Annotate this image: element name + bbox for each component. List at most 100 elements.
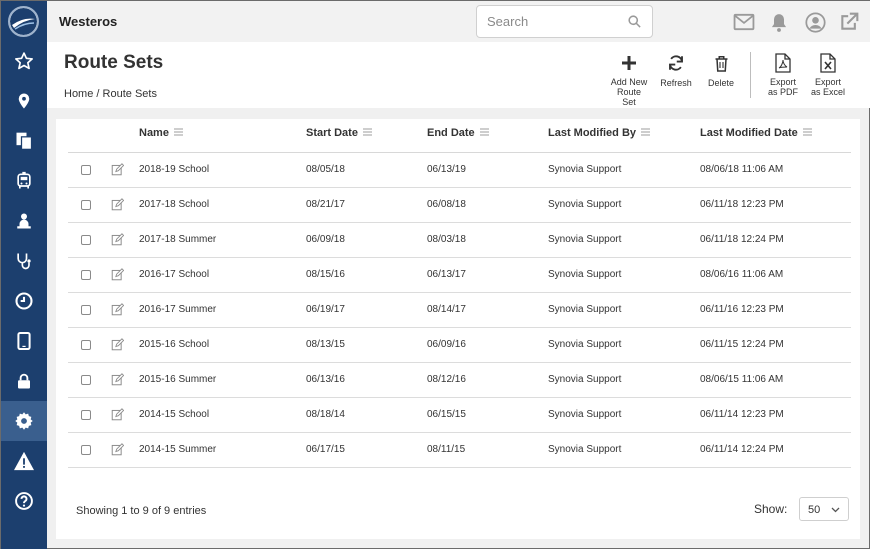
row-checkbox[interactable] xyxy=(81,445,91,455)
cell-name[interactable]: 2017-18 Summer xyxy=(139,234,216,245)
pdf-file-icon xyxy=(775,52,791,74)
bus-icon[interactable] xyxy=(1,161,47,201)
mail-icon[interactable] xyxy=(733,11,755,33)
export-pdf-button[interactable]: Export as PDF xyxy=(763,52,803,97)
table-row[interactable]: 2014-15 School 08/18/14 06/15/15 Synovia Su… xyxy=(68,398,851,433)
tablet-icon[interactable] xyxy=(1,321,47,361)
gear-icon[interactable] xyxy=(1,401,47,441)
edit-icon[interactable] xyxy=(111,338,125,354)
row-checkbox[interactable] xyxy=(81,340,91,350)
cell-end-date: 08/03/18 xyxy=(427,234,466,245)
cell-name[interactable]: 2015-16 School xyxy=(139,339,209,350)
edit-icon[interactable] xyxy=(111,408,125,424)
breadcrumb-current: Route Sets xyxy=(102,88,157,100)
table-row[interactable]: 2016-17 Summer 06/19/17 08/14/17 Synovia Su… xyxy=(68,293,851,328)
table-header: Name Start Date End Date Last Modified B… xyxy=(68,119,851,153)
copy-documents-icon[interactable] xyxy=(1,121,47,161)
cell-modified-date: 06/11/14 12:23 PM xyxy=(700,409,784,420)
search-icon[interactable] xyxy=(627,14,642,34)
cell-name[interactable]: 2014-15 School xyxy=(139,409,209,420)
cell-start-date: 08/05/18 xyxy=(306,164,345,175)
warning-icon[interactable] xyxy=(1,441,47,481)
lock-icon[interactable] xyxy=(1,361,47,401)
cell-modified-by: Synovia Support xyxy=(548,234,622,245)
excel-label-line1: Export xyxy=(814,77,841,87)
column-header-end-date[interactable]: End Date xyxy=(427,127,489,139)
row-checkbox[interactable] xyxy=(81,375,91,385)
clock-icon[interactable] xyxy=(1,281,47,321)
row-checkbox[interactable] xyxy=(81,410,91,420)
table-row[interactable]: 2016-17 School 08/15/16 06/13/17 Synovia Su… xyxy=(68,258,851,293)
table-row[interactable]: 2015-16 School 08/13/15 06/09/16 Synovia Su… xyxy=(68,328,851,363)
column-header-last-modified-by[interactable]: Last Modified By xyxy=(548,127,651,139)
refresh-button[interactable]: Refresh xyxy=(656,52,696,88)
star-icon[interactable] xyxy=(1,41,47,81)
add-label-line1: Add New xyxy=(610,77,648,87)
edit-icon[interactable] xyxy=(111,373,125,389)
cell-modified-date: 08/06/16 11:06 AM xyxy=(700,269,784,280)
cell-modified-by: Synovia Support xyxy=(548,409,622,420)
edit-icon[interactable] xyxy=(111,268,125,284)
cell-start-date: 08/15/16 xyxy=(306,269,345,280)
cell-name[interactable]: 2014-15 Summer xyxy=(139,444,216,455)
cell-name[interactable]: 2018-19 School xyxy=(139,164,209,175)
cell-name[interactable]: 2016-17 School xyxy=(139,269,209,280)
export-excel-button[interactable]: Export as Excel xyxy=(808,52,848,97)
cell-modified-date: 08/06/18 11:06 AM xyxy=(700,164,784,175)
row-checkbox[interactable] xyxy=(81,165,91,175)
cell-name[interactable]: 2016-17 Summer xyxy=(139,304,216,315)
cell-modified-date: 06/11/15 12:24 PM xyxy=(700,339,784,350)
refresh-label: Refresh xyxy=(660,78,692,88)
table-row[interactable]: 2017-18 Summer 06/09/18 08/03/18 Synovia Su… xyxy=(68,223,851,258)
search-box[interactable] xyxy=(476,5,653,38)
cell-start-date: 06/17/15 xyxy=(306,444,345,455)
delete-button[interactable]: Delete xyxy=(701,52,741,88)
column-menu-icon[interactable] xyxy=(802,127,812,139)
cell-modified-by: Synovia Support xyxy=(548,339,622,350)
column-menu-icon[interactable] xyxy=(641,127,651,139)
cell-modified-date: 08/06/15 11:06 AM xyxy=(700,374,784,385)
cell-modified-by: Synovia Support xyxy=(548,304,622,315)
row-checkbox[interactable] xyxy=(81,270,91,280)
row-checkbox[interactable] xyxy=(81,235,91,245)
edit-icon[interactable] xyxy=(111,443,125,459)
cell-name[interactable]: 2017-18 School xyxy=(139,199,209,210)
column-menu-icon[interactable] xyxy=(362,127,372,139)
cell-start-date: 06/19/17 xyxy=(306,304,345,315)
table-row[interactable]: 2015-16 Summer 06/13/16 08/12/16 Synovia Su… xyxy=(68,363,851,398)
add-route-set-button[interactable]: Add New Route Set xyxy=(609,52,649,107)
edit-icon[interactable] xyxy=(111,303,125,319)
table-row[interactable]: 2017-18 School 08/21/17 06/08/18 Synovia Su… xyxy=(68,188,851,223)
table-row[interactable]: 2018-19 School 08/05/18 06/13/19 Synovia Su… xyxy=(68,153,851,188)
cell-end-date: 08/14/17 xyxy=(427,304,466,315)
help-icon[interactable] xyxy=(1,481,47,521)
table-row[interactable]: 2014-15 Summer 06/17/15 08/11/15 Synovia Su… xyxy=(68,433,851,468)
student-icon[interactable] xyxy=(1,201,47,241)
search-input[interactable] xyxy=(477,6,617,37)
edit-icon[interactable] xyxy=(111,163,125,179)
cell-start-date: 08/13/15 xyxy=(306,339,345,350)
column-menu-icon[interactable] xyxy=(479,127,489,139)
column-header-last-modified-date[interactable]: Last Modified Date xyxy=(700,127,812,139)
user-icon[interactable] xyxy=(804,11,826,33)
page-size-label: Show: xyxy=(754,502,788,516)
bell-icon[interactable] xyxy=(768,11,790,33)
column-header-name[interactable]: Name xyxy=(139,127,183,139)
edit-icon[interactable] xyxy=(111,233,125,249)
cell-end-date: 06/13/19 xyxy=(427,164,466,175)
breadcrumb-home[interactable]: Home xyxy=(64,88,93,100)
cell-name[interactable]: 2015-16 Summer xyxy=(139,374,216,385)
cell-end-date: 06/15/15 xyxy=(427,409,466,420)
map-pin-icon[interactable] xyxy=(1,81,47,121)
app-logo[interactable] xyxy=(8,6,39,37)
excel-file-icon xyxy=(820,52,836,74)
edit-icon[interactable] xyxy=(111,198,125,214)
stethoscope-icon[interactable] xyxy=(1,241,47,281)
column-header-start-date[interactable]: Start Date xyxy=(306,127,372,139)
page-size-select[interactable]: 50 xyxy=(799,497,849,521)
page-size-value: 50 xyxy=(808,504,821,516)
row-checkbox[interactable] xyxy=(81,305,91,315)
row-checkbox[interactable] xyxy=(81,200,91,210)
external-link-icon[interactable] xyxy=(838,11,860,33)
column-menu-icon[interactable] xyxy=(173,127,183,139)
